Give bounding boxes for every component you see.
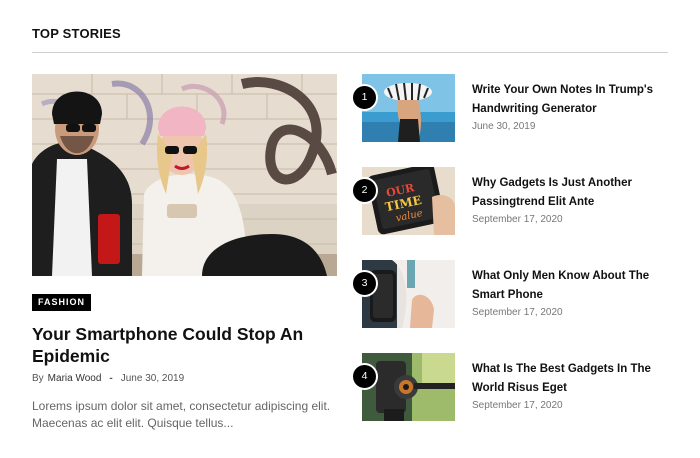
featured-excerpt: Lorems ipsum dolor sit amet, consectetur… [32, 399, 331, 430]
story-title[interactable]: Why Gadgets Is Just Another Passingtrend… [472, 174, 662, 211]
story-rank-badge: 3 [351, 270, 378, 297]
story-date: June 30, 2019 [472, 121, 536, 132]
story-date: September 17, 2020 [472, 307, 563, 318]
featured-title[interactable]: Your Smartphone Could Stop An Epidemic [32, 323, 332, 367]
story-rank-badge: 4 [351, 363, 378, 390]
category-badge[interactable]: FASHION [32, 294, 92, 311]
story-thumbnail[interactable]: OUR TIME value [362, 167, 455, 235]
byline-prefix: By [32, 373, 44, 384]
story-title[interactable]: What Only Men Know About The Smart Phone [472, 267, 662, 304]
story-thumbnail[interactable] [362, 260, 455, 328]
featured-image[interactable] [32, 74, 337, 276]
section-title: TOP STORIES [32, 26, 121, 41]
list-item: 3 What Only Men Know About The Smart Pho… [351, 260, 671, 328]
featured-meta: By Maria Wood - June 30, 2019 [32, 373, 184, 384]
story-date: September 17, 2020 [472, 400, 563, 411]
story-date: September 17, 2020 [472, 214, 563, 225]
story-rank-badge: 1 [351, 84, 378, 111]
meta-separator: - [109, 373, 113, 384]
section-divider [32, 52, 668, 53]
story-title[interactable]: What Is The Best Gadgets In The World Ri… [472, 360, 662, 397]
story-title[interactable]: Write Your Own Notes In Trump's Handwrit… [472, 81, 662, 118]
story-rank-badge: 2 [351, 177, 378, 204]
list-item: OUR TIME value 2 Why Gadgets Is Just Ano… [351, 167, 671, 235]
featured-date: June 30, 2019 [120, 373, 185, 384]
author-link[interactable]: Maria Wood [48, 373, 102, 384]
list-item: 4 What Is The Best Gadgets In The World … [351, 353, 671, 421]
story-thumbnail[interactable] [362, 353, 455, 421]
story-thumbnail[interactable] [362, 74, 455, 142]
list-item: 1 Write Your Own Notes In Trump's Handwr… [351, 74, 671, 142]
